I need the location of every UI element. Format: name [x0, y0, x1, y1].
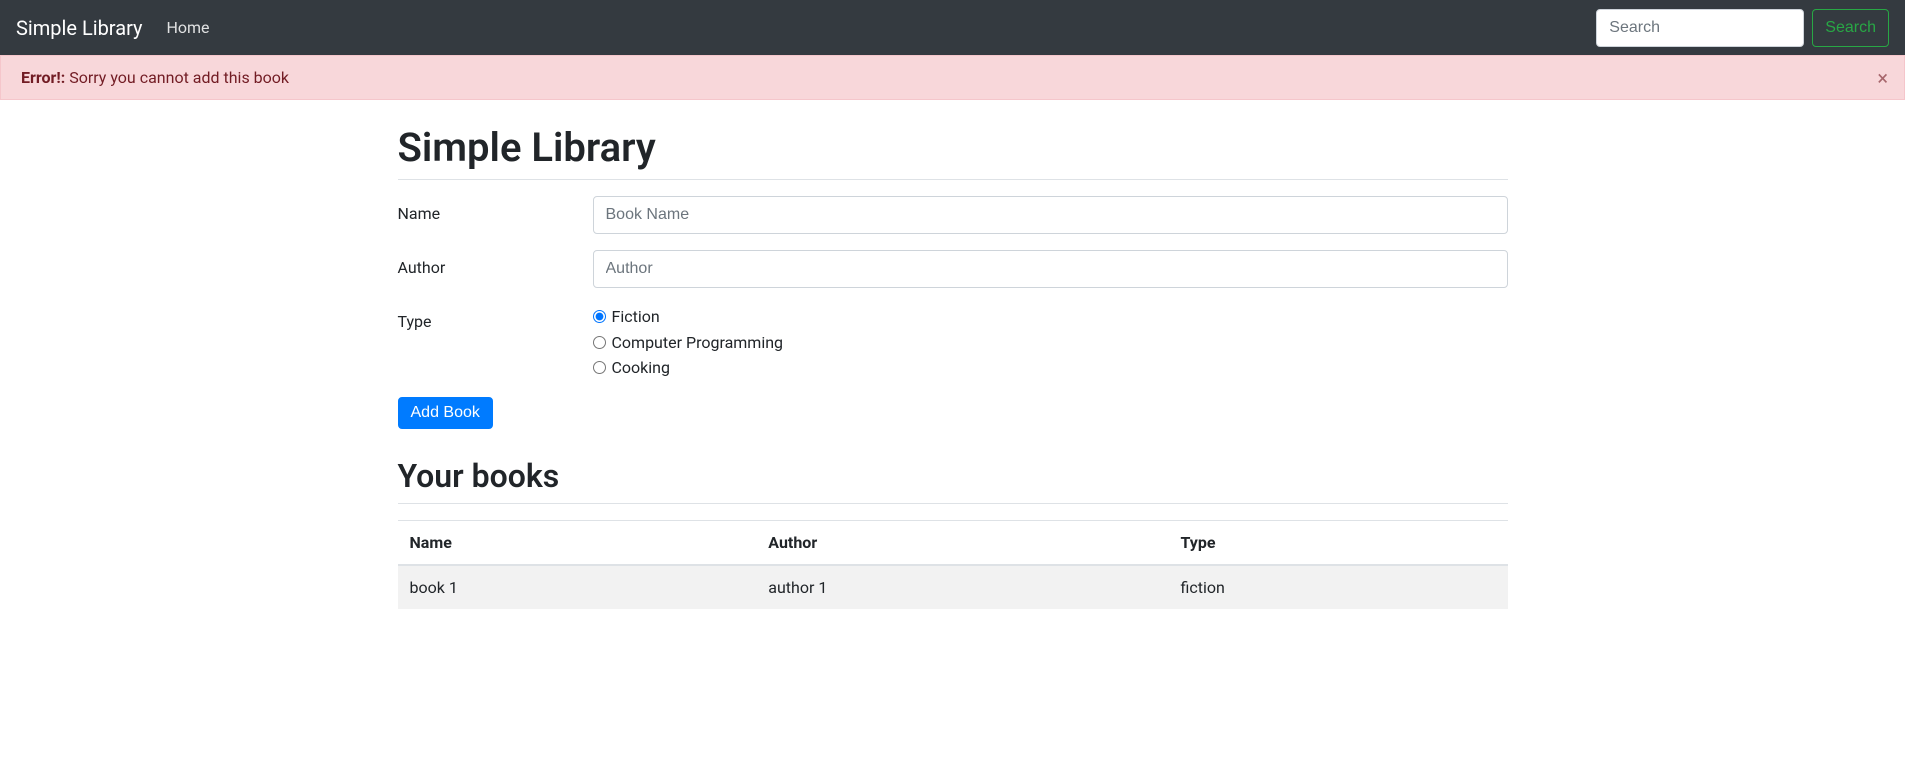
- type-options-group: FictionComputer ProgrammingCooking: [593, 304, 1508, 381]
- type-option-label: Fiction: [612, 304, 660, 330]
- type-radio[interactable]: [593, 361, 606, 374]
- form-row-author: Author: [398, 250, 1508, 288]
- divider: [398, 503, 1508, 504]
- name-label: Name: [398, 196, 593, 223]
- books-section-title: Your books: [398, 457, 1508, 495]
- brand[interactable]: Simple Library: [16, 16, 142, 40]
- search-input[interactable]: [1596, 9, 1804, 47]
- divider: [398, 179, 1508, 180]
- add-book-button[interactable]: Add Book: [398, 397, 493, 429]
- type-option[interactable]: Computer Programming: [593, 330, 1508, 356]
- type-option[interactable]: Fiction: [593, 304, 1508, 330]
- table-cell-name: book 1: [398, 565, 757, 609]
- type-label: Type: [398, 304, 593, 331]
- type-option[interactable]: Cooking: [593, 355, 1508, 381]
- type-option-label: Cooking: [612, 355, 670, 381]
- type-option-label: Computer Programming: [612, 330, 784, 356]
- author-label: Author: [398, 250, 593, 277]
- name-input[interactable]: [593, 196, 1508, 234]
- table-header-cell: Name: [398, 520, 757, 565]
- search-button[interactable]: Search: [1812, 9, 1889, 47]
- alert-strong: Error!:: [21, 68, 65, 87]
- navbar: Simple Library Home Search: [0, 0, 1905, 55]
- form-row-type: Type FictionComputer ProgrammingCooking: [398, 304, 1508, 381]
- type-radio[interactable]: [593, 336, 606, 349]
- error-alert: Error!: Sorry you cannot add this book ×: [0, 55, 1905, 100]
- table-header-cell: Type: [1168, 520, 1507, 565]
- close-icon[interactable]: ×: [1877, 68, 1888, 88]
- table-header-row: NameAuthorType: [398, 520, 1508, 565]
- search-form: Search: [1596, 9, 1889, 47]
- type-radio[interactable]: [593, 310, 606, 323]
- form-row-name: Name: [398, 196, 1508, 234]
- nav-home-link[interactable]: Home: [166, 18, 209, 37]
- author-input[interactable]: [593, 250, 1508, 288]
- table-body: book 1author 1fiction: [398, 565, 1508, 609]
- main-container: Simple Library Name Author Type FictionC…: [383, 124, 1523, 609]
- alert-message: Sorry you cannot add this book: [65, 68, 289, 87]
- table-cell-type: fiction: [1168, 565, 1507, 609]
- table-header-cell: Author: [756, 520, 1168, 565]
- page-title: Simple Library: [398, 124, 1508, 171]
- table-row: book 1author 1fiction: [398, 565, 1508, 609]
- books-table: NameAuthorType book 1author 1fiction: [398, 520, 1508, 609]
- table-cell-author: author 1: [756, 565, 1168, 609]
